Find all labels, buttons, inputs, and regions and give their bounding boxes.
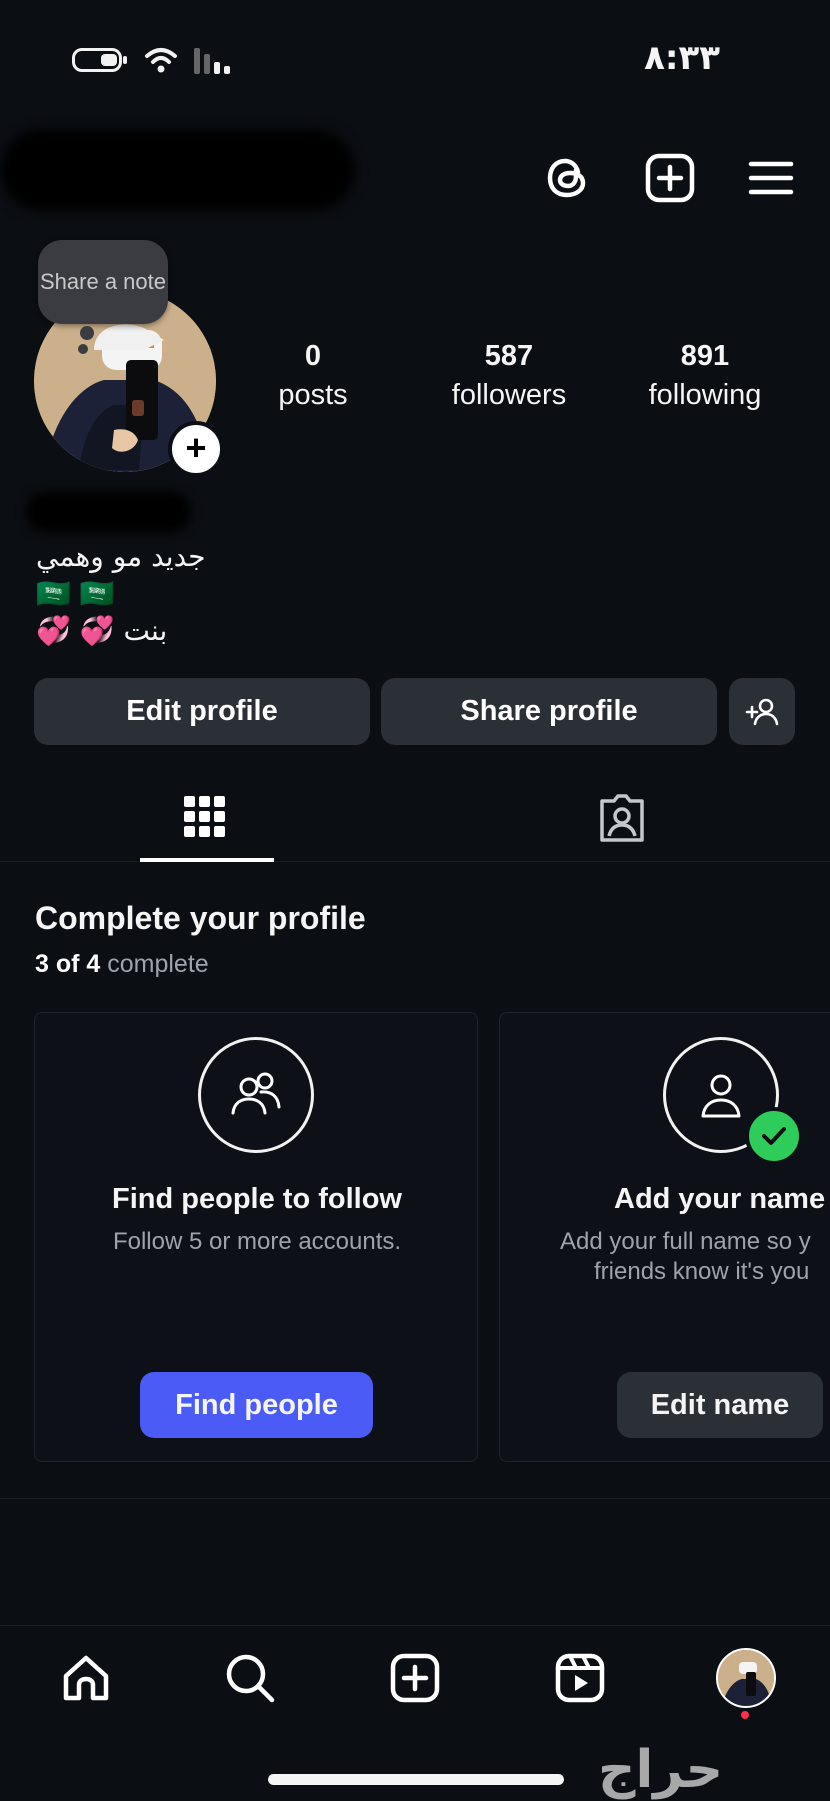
following-count: 891 — [680, 340, 730, 372]
status-time: ٨:٣٣ — [644, 38, 720, 78]
card-title: Add your name — [614, 1183, 826, 1215]
profile-tab-avatar[interactable] — [716, 1648, 776, 1708]
completed-check-icon — [745, 1107, 803, 1165]
section-divider — [0, 1498, 830, 1499]
share-note-bubble[interactable]: Share a note — [38, 240, 168, 324]
complete-profile-title: Complete your profile — [35, 900, 366, 936]
threads-icon[interactable] — [540, 150, 596, 206]
active-tab-indicator — [140, 858, 274, 862]
add-story-button[interactable]: + — [168, 421, 224, 477]
people-icon-circle — [198, 1037, 314, 1153]
tab-grid[interactable] — [180, 792, 230, 847]
signal-icon — [194, 48, 230, 74]
add-name-card: Add your name Add your full name so y fr… — [499, 1012, 830, 1462]
notification-dot — [741, 1711, 749, 1719]
bio-line-3: بنت 💞 💞 — [36, 614, 168, 647]
stat-posts[interactable]: 0 posts — [223, 340, 403, 412]
battery-icon — [72, 48, 127, 72]
complete-profile-progress: 3 of 4 complete — [35, 950, 209, 978]
card-description-line-2: friends know it's you — [594, 1258, 810, 1285]
card-description: Follow 5 or more accounts. — [112, 1228, 402, 1255]
home-indicator[interactable] — [268, 1774, 564, 1785]
stat-following[interactable]: 891 following — [615, 340, 795, 412]
create-post-icon[interactable] — [387, 1650, 443, 1706]
posts-label: posts — [278, 379, 348, 411]
stat-followers[interactable]: 587 followers — [419, 340, 599, 412]
tagged-person-icon — [600, 794, 644, 842]
note-bubble-tail — [78, 344, 88, 354]
followers-label: followers — [451, 379, 567, 411]
followers-count: 587 — [484, 340, 534, 372]
person-icon — [701, 1074, 741, 1118]
tab-tagged[interactable] — [596, 792, 648, 849]
people-icon — [231, 1072, 281, 1115]
add-person-icon — [745, 698, 779, 725]
following-label: following — [648, 379, 762, 411]
posts-count: 0 — [304, 340, 322, 372]
reels-icon[interactable] — [552, 1650, 608, 1706]
grid-icon — [184, 796, 225, 837]
username-redacted — [0, 130, 355, 210]
create-icon[interactable] — [642, 150, 698, 206]
wifi-icon — [145, 48, 177, 73]
find-people-card: Find people to follow Follow 5 or more a… — [34, 1012, 478, 1462]
card-title: Find people to follow — [112, 1183, 402, 1215]
note-bubble-tail — [80, 326, 94, 340]
bio-line-2: 🇸🇦 🇸🇦 — [36, 577, 115, 610]
share-profile-button[interactable]: Share profile — [381, 678, 717, 745]
search-icon[interactable] — [222, 1650, 278, 1706]
find-people-button[interactable]: Find people — [140, 1372, 373, 1438]
display-name-redacted — [26, 492, 191, 532]
edit-profile-button[interactable]: Edit profile — [34, 678, 370, 745]
card-description-line-1: Add your full name so y — [560, 1228, 811, 1255]
watermark: حراج — [598, 1740, 724, 1800]
edit-name-button[interactable]: Edit name — [617, 1372, 823, 1438]
menu-icon[interactable] — [743, 150, 799, 206]
bio-line-1: جديد مو وهمي — [36, 540, 206, 573]
home-icon[interactable] — [58, 1650, 114, 1706]
discover-people-button[interactable] — [729, 678, 795, 745]
tab-divider — [0, 861, 830, 862]
